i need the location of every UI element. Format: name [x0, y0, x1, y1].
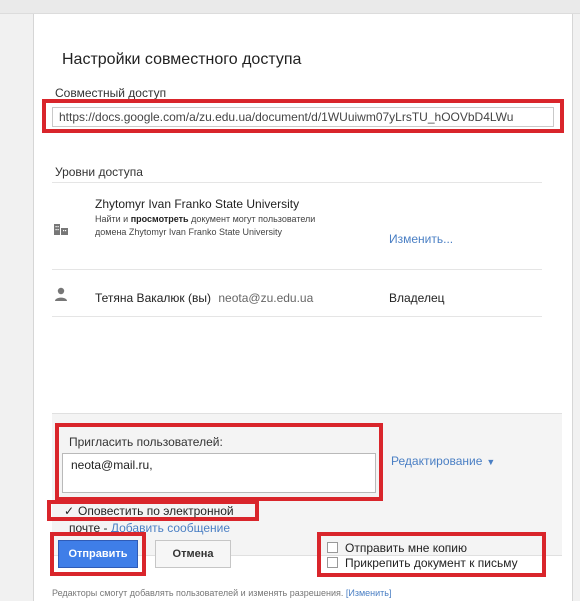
owner-email: neota@zu.edu.ua — [218, 291, 314, 305]
send-button[interactable]: Отправить — [58, 540, 138, 568]
dialog-title: Настройки совместного доступа — [62, 51, 302, 68]
organization-name: Zhytomyr Ivan Franko State University — [95, 197, 300, 211]
divider — [52, 182, 542, 183]
send-copy-checkbox[interactable] — [327, 542, 338, 553]
building-icon — [54, 223, 68, 238]
share-link-highlight: https://docs.google.com/a/zu.edu.ua/docu… — [42, 99, 564, 133]
org-desc-part1: Найти и — [95, 214, 131, 224]
organization-description: Найти и просмотреть документ могут польз… — [95, 213, 340, 239]
cancel-button[interactable]: Отмена — [155, 540, 231, 568]
checkmark-icon[interactable]: ✓ — [64, 504, 74, 518]
footer-note: Редакторы смогут добавлять пользователей… — [52, 588, 391, 598]
attach-document-checkbox[interactable] — [327, 557, 338, 568]
copy-options-highlight: Отправить мне копию Прикрепить документ … — [317, 532, 546, 577]
permission-dropdown[interactable]: Редактирование ▼ — [391, 454, 495, 468]
share-link-label: Совместный доступ — [55, 86, 167, 100]
footer-change-link[interactable]: [Изменить] — [346, 588, 392, 598]
org-desc-bold: просмотреть — [130, 214, 189, 224]
send-highlight: Отправить — [50, 532, 146, 576]
share-link-field[interactable]: https://docs.google.com/a/zu.edu.ua/docu… — [52, 107, 554, 127]
window-top-strip — [0, 0, 580, 14]
owner-role: Владелец — [389, 291, 445, 305]
divider — [52, 269, 542, 270]
notify-highlight: ✓ Оповестить по электронной — [47, 500, 259, 521]
access-levels-label: Уровни доступа — [55, 165, 143, 179]
permission-value: Редактирование — [391, 454, 483, 468]
invite-highlight: Пригласить пользователей: neota@mail.ru, — [55, 423, 383, 501]
person-icon — [53, 286, 69, 302]
change-access-link[interactable]: Изменить... — [389, 232, 453, 246]
divider — [52, 316, 542, 317]
owner-row: Тетяна Вакалюк (вы) neota@zu.edu.ua — [95, 291, 313, 305]
invite-people-input[interactable]: neota@mail.ru, — [62, 453, 376, 493]
invite-label: Пригласить пользователей: — [69, 435, 223, 449]
notify-label[interactable]: Оповестить по электронной — [78, 504, 234, 518]
footer-text: Редакторы смогут добавлять пользователей… — [52, 588, 346, 598]
send-copy-label: Отправить мне копию — [345, 541, 467, 555]
sharing-dialog: Настройки совместного доступа Совместный… — [33, 14, 573, 601]
caret-down-icon: ▼ — [486, 457, 496, 467]
owner-name: Тетяна Вакалюк (вы) — [95, 291, 212, 305]
attach-document-label: Прикрепить документ к письму — [345, 556, 518, 570]
